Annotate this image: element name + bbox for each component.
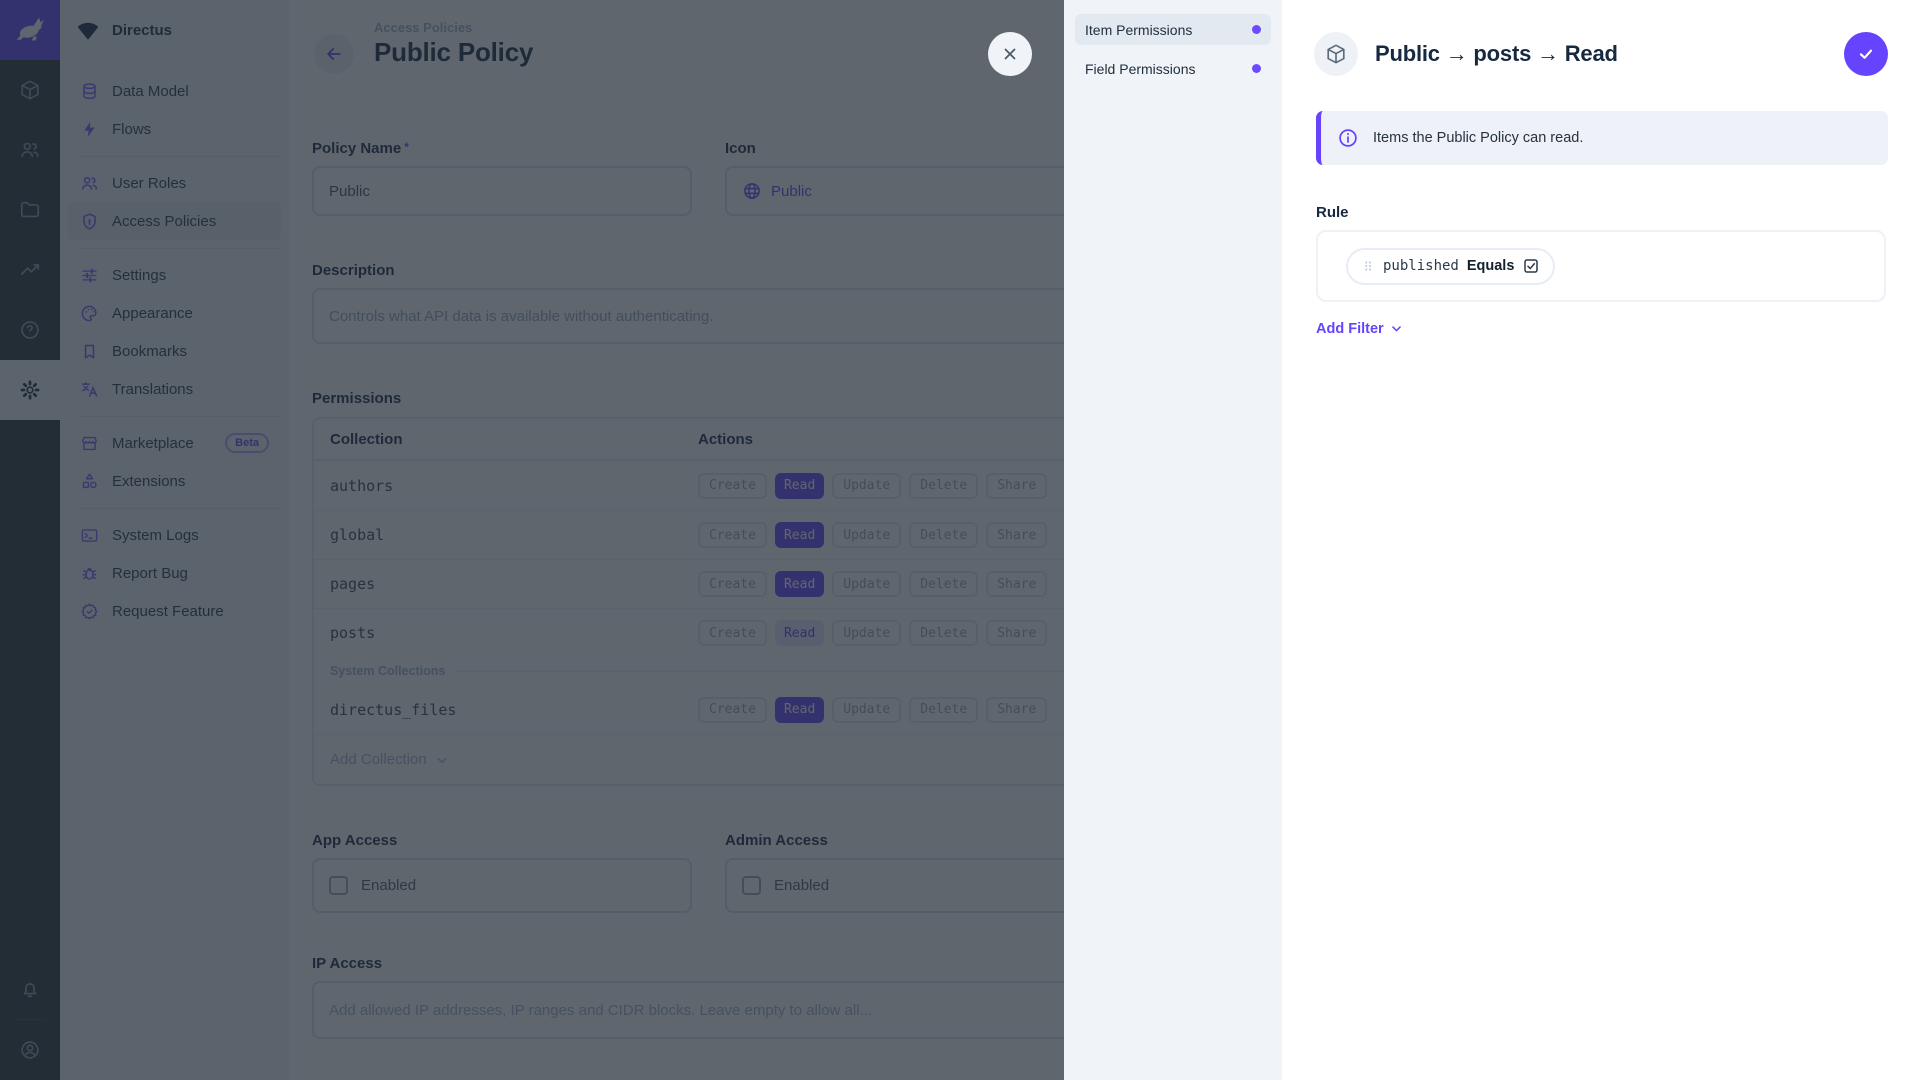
status-dot — [1252, 64, 1261, 73]
info-icon — [1337, 127, 1359, 149]
cube-icon — [1327, 44, 1345, 64]
rule-filter-box: published Equals — [1316, 230, 1886, 302]
filter-field[interactable]: published — [1383, 258, 1459, 274]
drag-handle-icon[interactable] — [1361, 258, 1375, 274]
directus-app: Directus Data Model Flows User Roles Acc… — [0, 0, 1920, 1080]
drawer-title: Public → posts → Read — [1375, 41, 1618, 66]
check-icon — [1859, 49, 1873, 59]
status-dot — [1252, 25, 1261, 34]
save-button[interactable] — [1844, 32, 1888, 76]
tab-label: Item Permissions — [1085, 21, 1193, 38]
tab-field-permissions[interactable]: Field Permissions — [1075, 53, 1271, 84]
close-drawer-button[interactable] — [988, 32, 1032, 76]
banner-text: Items the Public Policy can read. — [1373, 130, 1584, 146]
chevron-down-icon — [1391, 326, 1401, 332]
modal-overlay[interactable] — [0, 0, 1064, 1080]
drawer-icon-badge — [1314, 32, 1358, 76]
filter-pill[interactable]: published Equals — [1346, 247, 1556, 285]
close-icon — [1004, 48, 1016, 60]
filter-operator[interactable]: Equals — [1467, 258, 1515, 274]
info-banner: Items the Public Policy can read. — [1316, 111, 1888, 165]
tab-item-permissions[interactable]: Item Permissions — [1075, 14, 1271, 45]
permissions-drawer: Public → posts → Read Items the Public P… — [1282, 0, 1920, 1080]
drawer-nav: Item Permissions Field Permissions — [1064, 0, 1282, 1080]
checkbox-checked-icon[interactable] — [1522, 257, 1540, 275]
tab-label: Field Permissions — [1085, 60, 1196, 77]
drawer-header: Public → posts → Read — [1314, 32, 1888, 76]
add-filter-button[interactable]: Add Filter — [1316, 320, 1405, 337]
rule-label: Rule — [1316, 204, 1349, 221]
